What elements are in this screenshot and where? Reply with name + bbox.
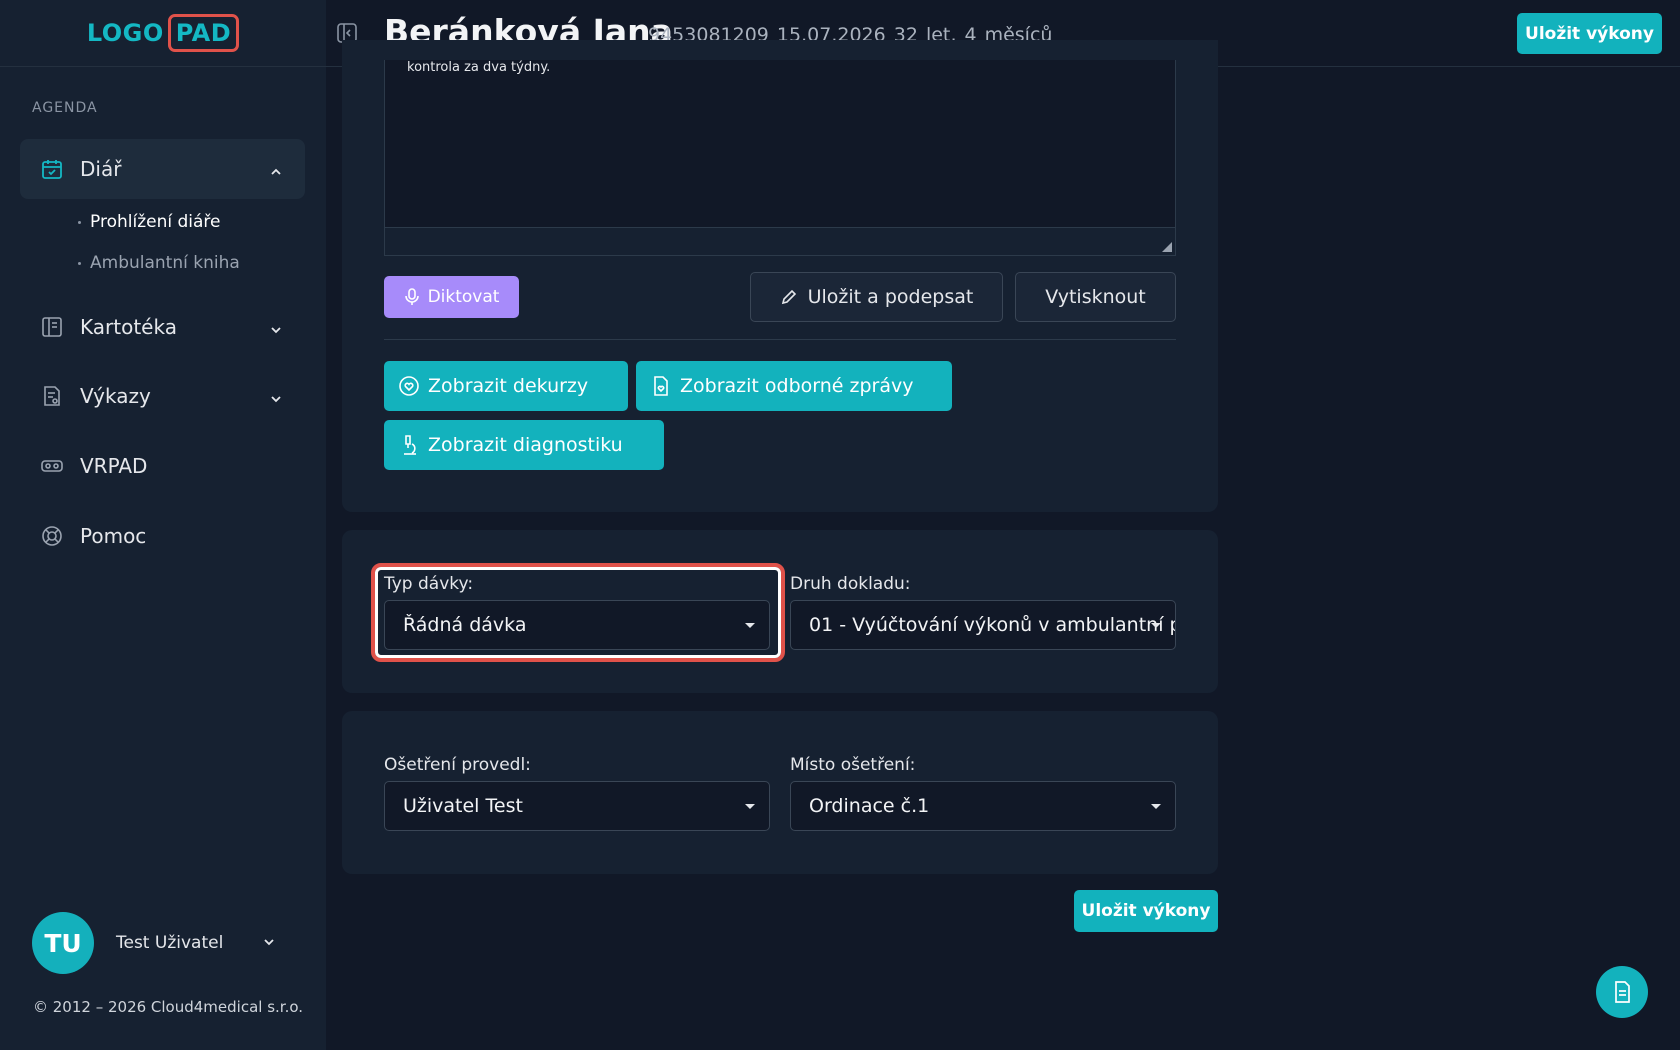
note-textarea[interactable]: kontrola za dva týdny. (384, 60, 1176, 256)
divider (384, 339, 1176, 340)
show-reports-button[interactable]: Zobrazit odborné zprávy (636, 361, 952, 411)
sidebar-item-label: Výkazy (80, 384, 151, 408)
sidebar-subitem-ambulantni-kniha[interactable]: Ambulantní kniha (78, 253, 240, 273)
dictate-label: Diktovat (427, 287, 500, 307)
sidebar-subitem-prohlizeni[interactable]: Prohlížení diáře (78, 212, 220, 232)
sidebar: LOGO PAD AGENDA Diář Prohlížení diáře Am… (0, 0, 326, 1050)
chevron-down-icon (269, 387, 283, 411)
copyright: © 2012 – 2026 Cloud4medical s.r.o. (33, 998, 304, 1016)
app-logo[interactable]: LOGO PAD (86, 14, 240, 52)
sidebar-subitem-label: Prohlížení diáře (90, 212, 221, 232)
sidebar-item-vykazy[interactable]: Výkazy (20, 366, 305, 426)
pencil-icon (781, 289, 796, 305)
caret-down-icon (1151, 804, 1161, 809)
sidebar-item-vrpad[interactable]: VRPAD (20, 436, 305, 496)
document-type-select[interactable]: 01 - Vyúčtování výkonů v ambulantní p (790, 600, 1176, 650)
chevron-down-icon (262, 934, 276, 953)
performer-select[interactable]: Uživatel Test (384, 781, 770, 831)
report-icon (40, 384, 64, 408)
chevron-up-icon (269, 160, 283, 184)
logo-text-1: LOGO (86, 19, 164, 47)
performer-value: Uživatel Test (403, 795, 523, 817)
logo-text-2: PAD (167, 14, 240, 52)
sidebar-item-diar[interactable]: Diář (20, 139, 305, 199)
microphone-icon (404, 288, 419, 305)
chevron-down-icon (269, 318, 283, 342)
document-type-value: 01 - Vyúčtování výkonů v ambulantní p (809, 614, 1175, 636)
place-value: Ordinace č.1 (809, 795, 930, 817)
note-text: kontrola za dva týdny. (407, 60, 551, 75)
dictate-button[interactable]: Diktovat (384, 276, 519, 318)
header-save-button[interactable]: Uložit výkony (1517, 13, 1662, 54)
document-type-label: Druh dokladu: (790, 574, 911, 594)
sidebar-item-label: VRPAD (80, 454, 148, 478)
show-decourse-label: Zobrazit dekurzy (428, 375, 589, 397)
sidebar-item-label: Pomoc (80, 524, 147, 548)
sidebar-item-pomoc[interactable]: Pomoc (20, 506, 305, 566)
calendar-check-icon (40, 157, 64, 181)
focus-highlight-inner (375, 567, 781, 658)
caret-down-icon (745, 804, 755, 809)
vr-headset-icon (40, 454, 64, 478)
show-diagnostics-label: Zobrazit diagnostiku (428, 434, 623, 456)
sidebar-subitem-label: Ambulantní kniha (90, 253, 240, 273)
user-name: Test Uživatel (116, 933, 224, 953)
sidebar-item-label: Kartotéka (80, 315, 177, 339)
resize-handle[interactable] (1162, 242, 1172, 252)
place-select[interactable]: Ordinace č.1 (790, 781, 1176, 831)
user-menu[interactable]: TU Test Uživatel (32, 912, 274, 974)
textarea-footer (385, 227, 1175, 255)
document-fab-button[interactable] (1596, 966, 1648, 1018)
print-button[interactable]: Vytisknout (1015, 272, 1176, 322)
print-label: Vytisknout (1045, 286, 1146, 308)
book-icon (40, 315, 64, 339)
show-diagnostics-button[interactable]: Zobrazit diagnostiku (384, 420, 664, 470)
place-label: Místo ošetření: (790, 755, 916, 775)
show-reports-label: Zobrazit odborné zprávy (680, 375, 914, 397)
show-decourse-button[interactable]: Zobrazit dekurzy (384, 361, 628, 411)
sidebar-item-label: Diář (80, 157, 122, 181)
microscope-icon (404, 435, 416, 455)
document-heart-icon (654, 376, 668, 396)
save-sign-button[interactable]: Uložit a podepsat (750, 272, 1003, 322)
section-label-agenda: AGENDA (32, 100, 98, 116)
save-button[interactable]: Uložit výkony (1074, 890, 1218, 932)
bullet-dot (78, 220, 81, 224)
logo-area: LOGO PAD (0, 0, 326, 67)
sidebar-item-kartoteka[interactable]: Kartotéka (20, 297, 305, 357)
performer-label: Ošetření provedl: (384, 755, 531, 775)
document-icon (1615, 981, 1630, 1003)
heart-circle-icon (399, 376, 419, 396)
avatar: TU (32, 912, 94, 974)
bullet-dot (78, 261, 81, 265)
save-sign-label: Uložit a podepsat (807, 286, 974, 308)
caret-down-icon (1151, 623, 1161, 628)
lifebuoy-icon (40, 524, 64, 548)
